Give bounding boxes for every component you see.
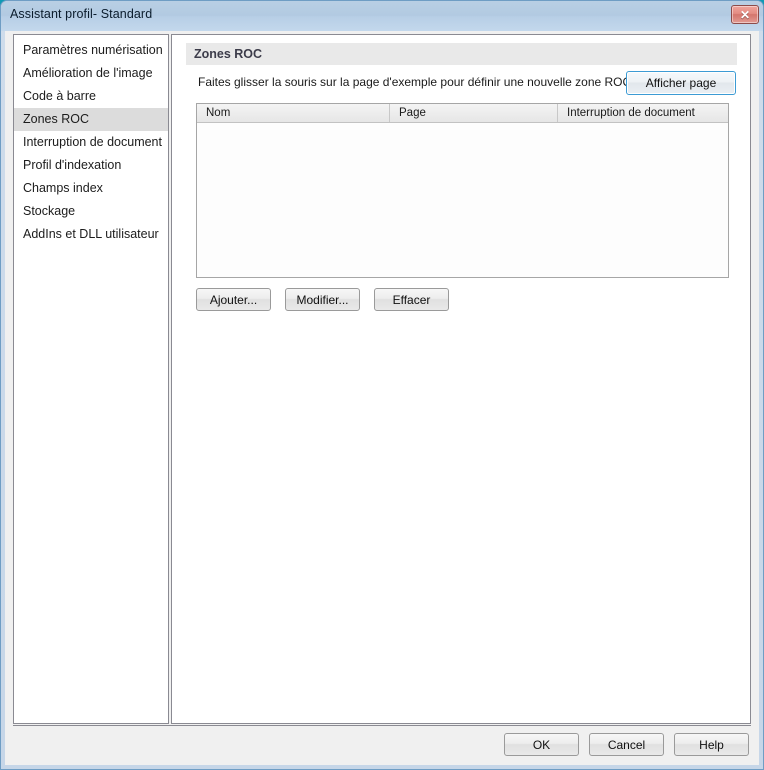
close-icon: ✕	[739, 7, 751, 22]
sidebar-item-document-separation[interactable]: Interruption de document	[14, 131, 168, 154]
main-panel: Zones ROC Faites glisser la souris sur l…	[171, 34, 751, 724]
close-button[interactable]: ✕	[731, 5, 759, 24]
table-body-empty[interactable]	[197, 123, 728, 277]
title-bar: Assistant profil- Standard ✕	[1, 1, 763, 31]
group-header: Zones ROC	[186, 43, 737, 65]
sidebar-item-index-fields[interactable]: Champs index	[14, 177, 168, 200]
sidebar-item-indexing-profile[interactable]: Profil d'indexation	[14, 154, 168, 177]
window-title: Assistant profil- Standard	[10, 7, 153, 21]
add-button[interactable]: Ajouter...	[196, 288, 271, 311]
sidebar-item-image-enhancement[interactable]: Amélioration de l'image	[14, 62, 168, 85]
sidebar-item-barcode[interactable]: Code à barre	[14, 85, 168, 108]
sidebar-nav: Paramètres numérisation Amélioration de …	[13, 34, 169, 724]
ok-button[interactable]: OK	[504, 733, 579, 756]
sidebar-item-ocr-zones[interactable]: Zones ROC	[14, 108, 168, 131]
dialog-window: Assistant profil- Standard ✕ Paramètres …	[0, 0, 764, 770]
group-header-title: Zones ROC	[194, 47, 263, 61]
ocr-zones-table[interactable]: Nom Page Interruption de document	[196, 103, 729, 278]
sidebar-item-scan-settings[interactable]: Paramètres numérisation	[14, 39, 168, 62]
table-column-nom[interactable]: Nom	[197, 104, 390, 122]
show-page-button[interactable]: Afficher page	[626, 71, 736, 95]
instruction-text: Faites glisser la souris sur la page d'e…	[198, 75, 635, 89]
table-column-page[interactable]: Page	[390, 104, 558, 122]
sidebar-item-storage[interactable]: Stockage	[14, 200, 168, 223]
table-header-row: Nom Page Interruption de document	[197, 104, 728, 123]
help-button[interactable]: Help	[674, 733, 749, 756]
dialog-footer: OK Cancel Help	[504, 733, 749, 756]
delete-button[interactable]: Effacer	[374, 288, 449, 311]
sidebar-item-addins-user-dll[interactable]: AddIns et DLL utilisateur	[14, 223, 168, 246]
edit-button[interactable]: Modifier...	[285, 288, 360, 311]
table-actions: Ajouter... Modifier... Effacer	[196, 288, 449, 311]
cancel-button[interactable]: Cancel	[589, 733, 664, 756]
client-area: Paramètres numérisation Amélioration de …	[5, 31, 759, 765]
table-column-document-separation[interactable]: Interruption de document	[558, 104, 728, 122]
footer-separator	[13, 725, 751, 726]
